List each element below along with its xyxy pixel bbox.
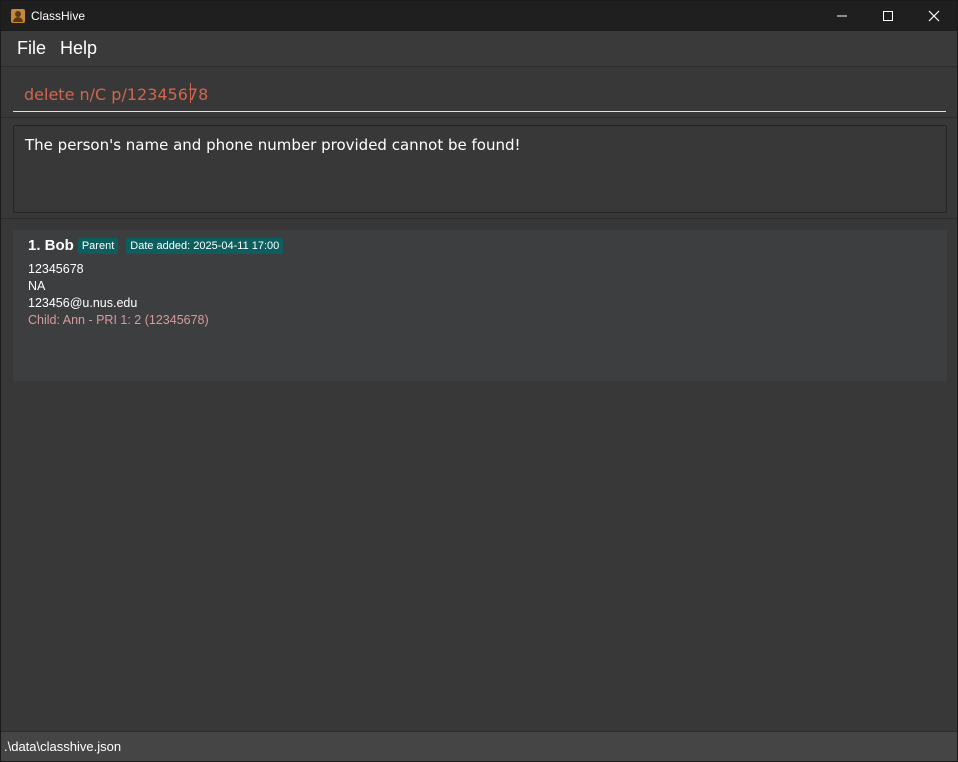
menu-file[interactable]: File [10,38,53,59]
person-phone: 12345678 [28,262,84,276]
menu-bar: File Help [1,31,957,67]
status-bar: .\data\classhive.json [1,731,957,761]
command-input[interactable] [13,78,946,112]
close-button[interactable] [911,1,957,31]
command-box [1,68,957,118]
person-address: NA [28,279,46,293]
person-list[interactable]: 1. Bob Parent Date added: 2025-04-11 17:… [1,220,957,731]
close-icon [928,10,940,22]
text-caret [190,83,191,103]
window-controls [819,1,957,31]
person-card-header: 1. Bob Parent Date added: 2025-04-11 17:… [28,237,284,254]
person-child: Child: Ann - PRI 1: 2 (12345678) [28,313,209,327]
minimize-button[interactable] [819,1,865,31]
result-message: The person's name and phone number provi… [13,125,947,213]
person-name: 1. Bob [28,237,74,254]
menu-help[interactable]: Help [53,38,104,59]
maximize-icon [883,11,893,21]
app-icon [11,9,25,23]
result-display: The person's name and phone number provi… [1,119,957,219]
person-email: 123456@u.nus.edu [28,296,138,310]
role-tag: Parent [77,237,119,254]
title-bar[interactable]: ClassHive [1,1,957,31]
maximize-button[interactable] [865,1,911,31]
window-title: ClassHive [31,9,86,23]
minimize-icon [837,15,847,17]
save-location: .\data\classhive.json [4,739,122,754]
person-card[interactable]: 1. Bob Parent Date added: 2025-04-11 17:… [13,230,947,381]
date-added-tag: Date added: 2025-04-11 17:00 [126,237,284,254]
app-window: ClassHive File Help The person's name an… [0,0,958,762]
